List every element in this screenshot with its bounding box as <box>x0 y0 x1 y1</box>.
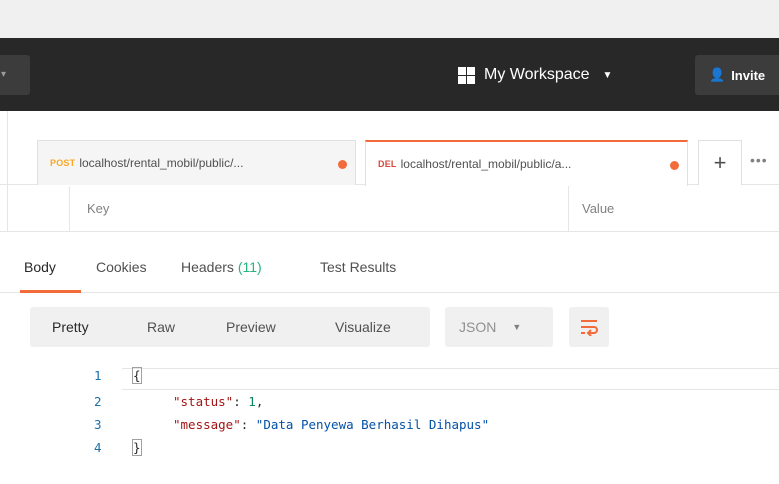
checkbox-column <box>20 186 70 232</box>
code-line: 4 } <box>0 439 779 458</box>
column-divider <box>568 186 569 232</box>
more-tabs-button[interactable]: ••• <box>750 152 768 168</box>
mode-raw[interactable]: Raw <box>147 319 175 335</box>
value-column-header: Value <box>582 201 615 216</box>
json-key: "message" <box>173 417 241 432</box>
workspace-switcher[interactable]: My Workspace ▼ <box>458 62 612 88</box>
caret-down-icon: ▼ <box>602 69 613 81</box>
tab-test-results[interactable]: Test Results <box>320 259 396 275</box>
code-line: 3 "message": "Data Penyewa Berhasil Diha… <box>0 417 779 435</box>
mode-preview[interactable]: Preview <box>226 319 276 335</box>
json-value: "Data Penyewa Berhasil Dihapus" <box>255 417 490 432</box>
open-brace: { <box>132 367 142 384</box>
mode-pretty[interactable]: Pretty <box>52 319 89 335</box>
line-number: 2 <box>94 394 102 409</box>
wrap-lines-button[interactable] <box>569 307 609 347</box>
unsaved-dot-icon <box>338 160 347 169</box>
mode-visualize[interactable]: Visualize <box>335 319 391 335</box>
invite-button[interactable]: 👤 Invite <box>695 55 779 95</box>
postman-window: ▾ My Workspace ▼ 👤 Invite POST localhost… <box>0 0 779 484</box>
more-icon: ••• <box>750 152 768 168</box>
grid-icon <box>458 66 475 84</box>
json-entry: "status": 1, <box>173 394 264 409</box>
tab-cookies[interactable]: Cookies <box>96 259 147 275</box>
plus-icon: + <box>713 150 727 175</box>
left-menu-button[interactable]: ▾ <box>0 55 30 95</box>
tab-url: localhost/rental_mobil/public/a... <box>400 157 572 171</box>
unsaved-dot-icon <box>670 161 679 170</box>
close-brace: } <box>132 439 142 456</box>
format-dropdown[interactable]: JSON ▼ <box>445 307 553 347</box>
tab-body[interactable]: Body <box>24 259 56 275</box>
top-strip <box>0 0 779 38</box>
active-line-highlight <box>122 368 779 390</box>
caret-down-icon: ▼ <box>512 322 522 332</box>
app-header: ▾ My Workspace ▼ 👤 Invite <box>0 38 779 111</box>
method-badge-delete: DEL <box>378 159 397 169</box>
line-number: 3 <box>94 417 102 432</box>
format-label: JSON <box>459 319 497 335</box>
tab-url: localhost/rental_mobil/public/... <box>79 156 244 170</box>
line-number: 1 <box>94 368 102 383</box>
code-line: 2 "status": 1, <box>0 394 779 412</box>
params-table-header: Key Value <box>0 186 779 232</box>
view-mode-selector: Pretty Raw Preview Visualize <box>30 307 430 347</box>
chevron-down-icon: ▾ <box>1 69 7 80</box>
response-body-editor[interactable]: 1 { 2 "status": 1, 3 "message": "Data Pe… <box>0 366 779 466</box>
json-key: "status" <box>173 394 234 409</box>
tab-headers[interactable]: Headers (11) <box>181 259 262 275</box>
code-line: 1 { <box>0 367 779 390</box>
new-tab-button[interactable]: + <box>698 140 742 185</box>
headers-label: Headers <box>181 259 234 275</box>
response-tabs: Body Cookies Headers (11) Test Results <box>0 245 779 293</box>
request-tabs: POST localhost/rental_mobil/public/... D… <box>0 140 779 186</box>
method-badge-post: POST <box>50 158 76 168</box>
json-value: 1 <box>248 394 256 409</box>
wrap-lines-icon <box>581 320 598 336</box>
person-add-icon: 👤 <box>709 67 726 82</box>
tab-post-request[interactable]: POST localhost/rental_mobil/public/... <box>37 140 356 185</box>
response-toolbar: Pretty Raw Preview Visualize JSON ▼ <box>0 293 779 373</box>
json-entry: "message": "Data Penyewa Berhasil Dihapu… <box>173 417 490 432</box>
invite-label: Invite <box>731 67 766 83</box>
headers-count-badge: (11) <box>237 259 262 275</box>
key-column-header: Key <box>87 201 110 216</box>
workspace-label: My Workspace <box>484 66 590 83</box>
tab-delete-request[interactable]: DEL localhost/rental_mobil/public/a... <box>365 140 688 186</box>
line-number: 4 <box>94 440 102 455</box>
